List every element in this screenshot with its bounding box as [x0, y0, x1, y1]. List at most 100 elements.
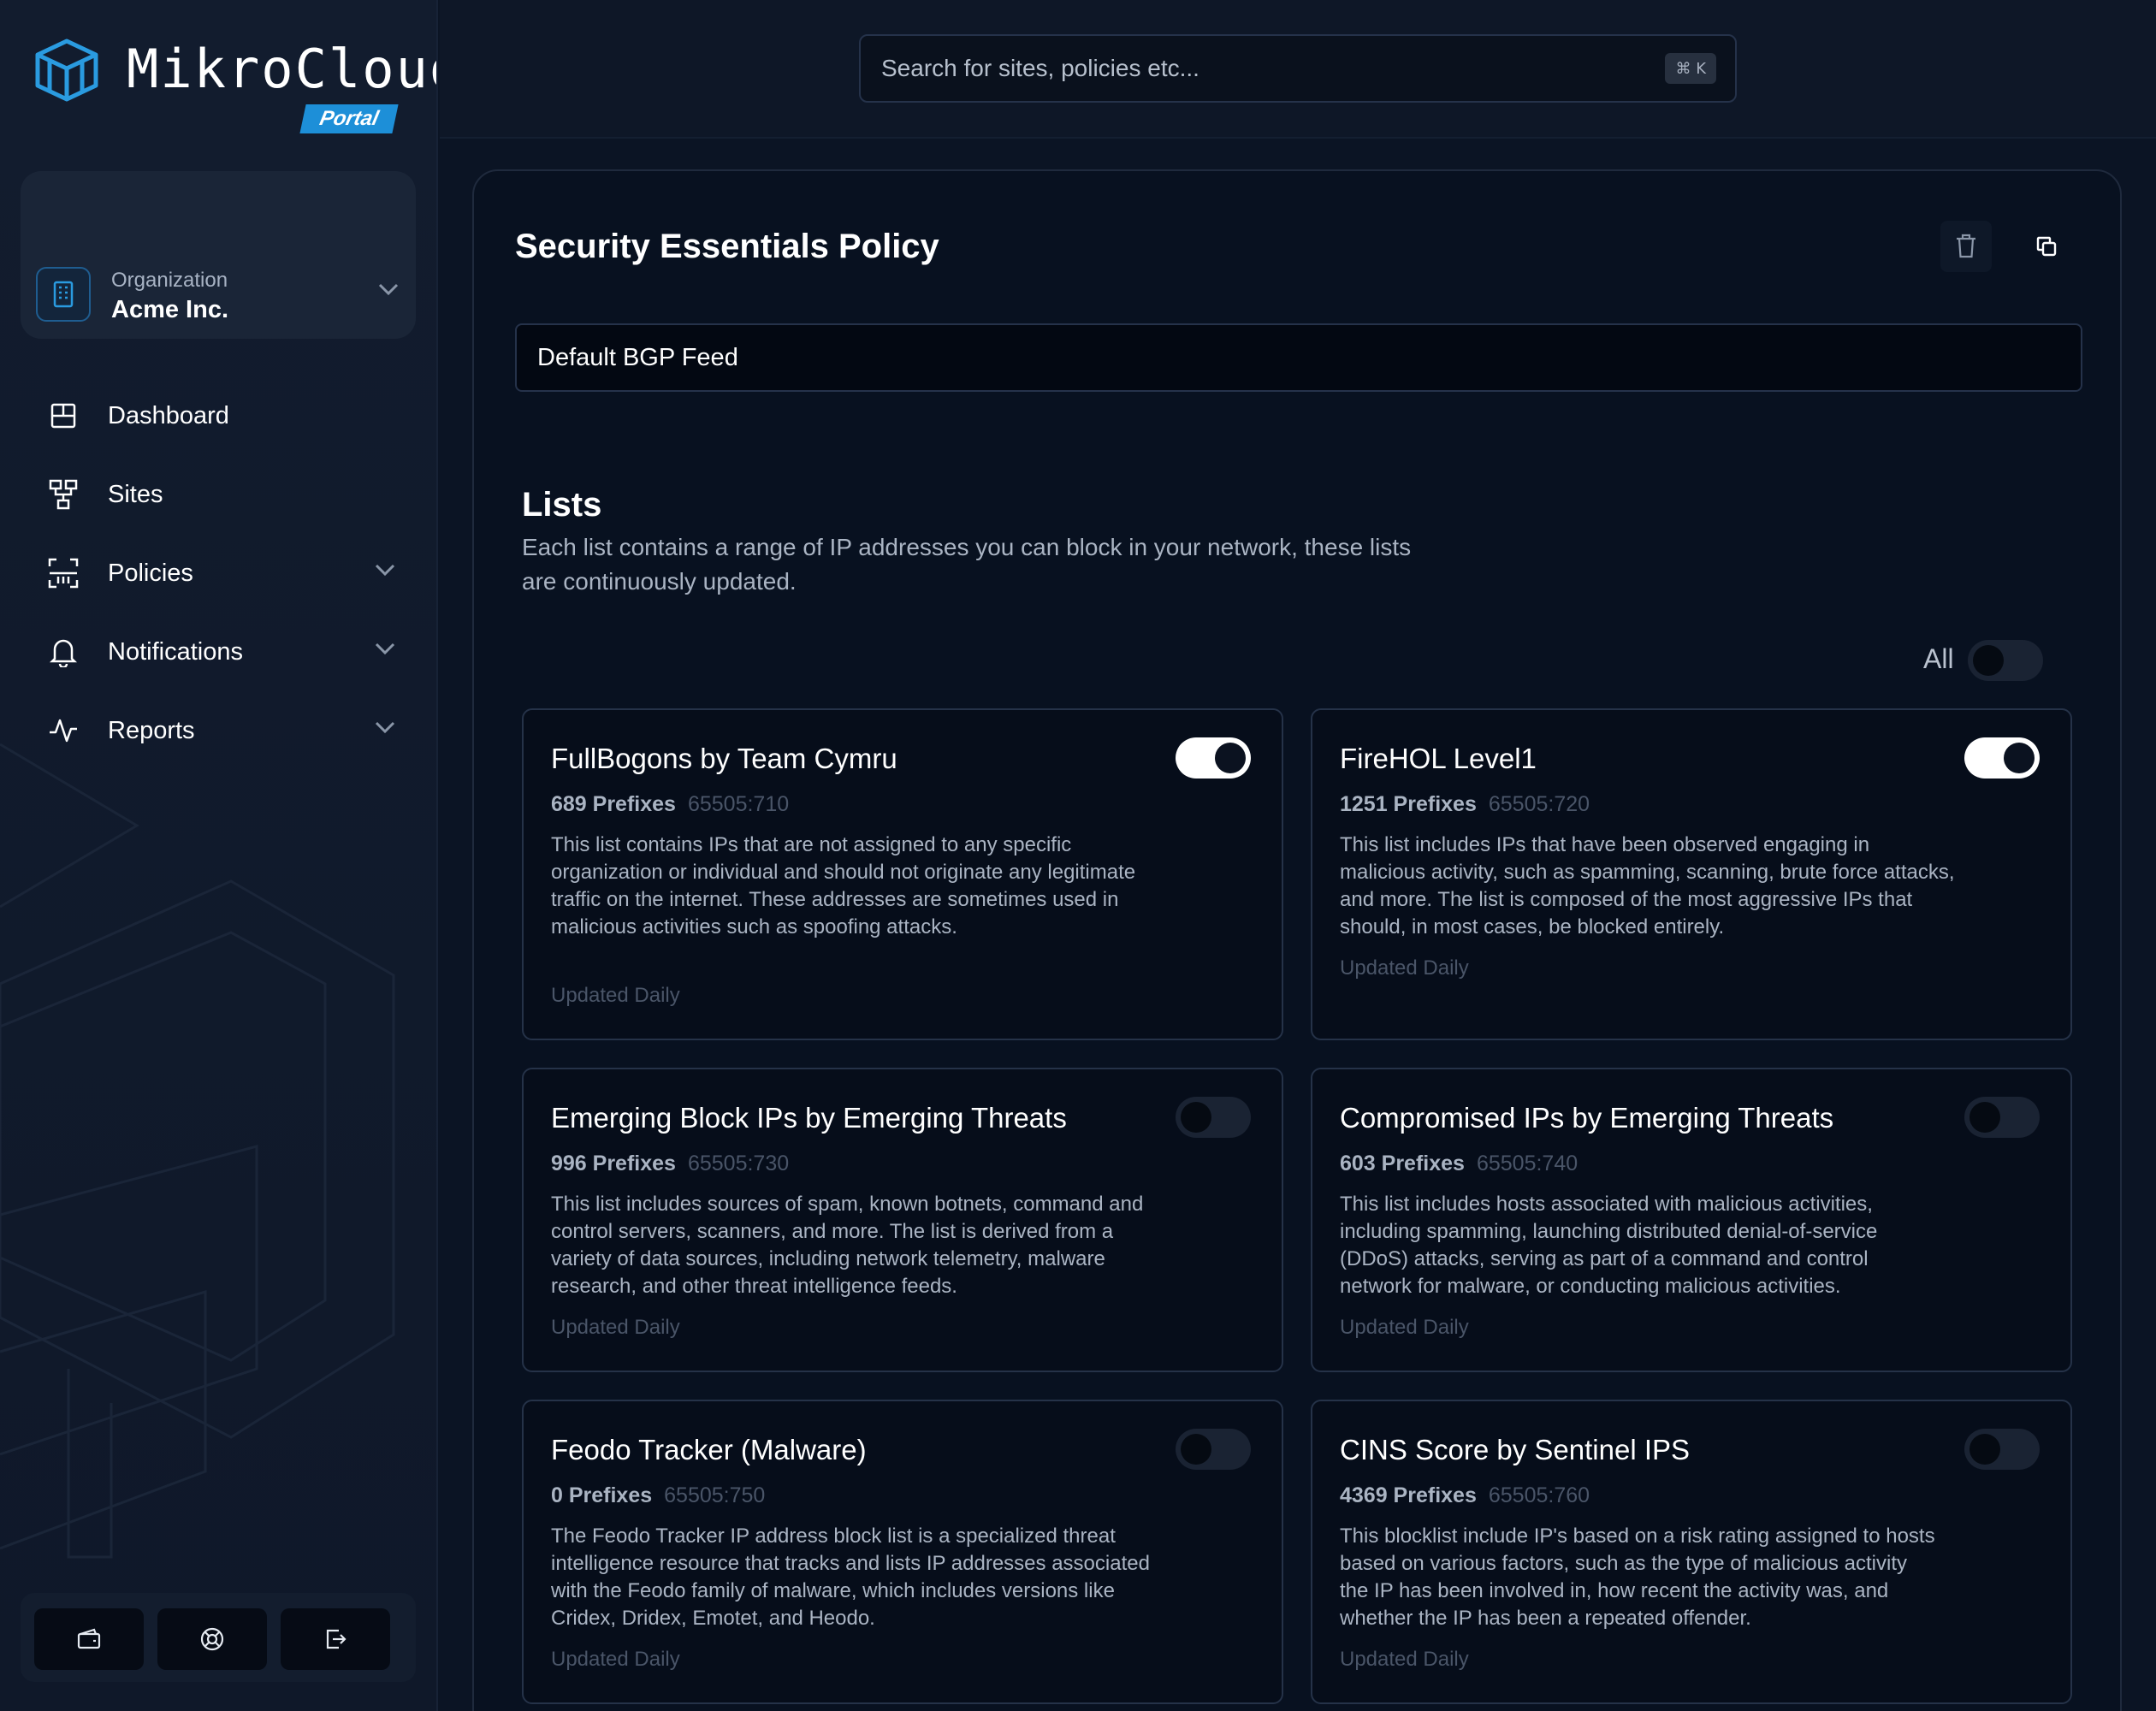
prefix-count: 689 Prefixes	[551, 792, 676, 816]
list-card-title: FullBogons by Team Cymru	[551, 743, 897, 774]
list-card-meta: 4369 Prefixes 65505:760	[1340, 1483, 1590, 1508]
app-name: MikroCloud	[127, 38, 438, 100]
list-card-meta: 0 Prefixes 65505:750	[551, 1483, 765, 1508]
list-card-title: Feodo Tracker (Malware)	[551, 1434, 867, 1465]
list-toggle[interactable]	[1176, 1097, 1251, 1138]
logout-icon	[326, 1629, 346, 1649]
list-card-meta: 996 Prefixes 65505:730	[551, 1152, 789, 1176]
toggle-knob	[1969, 1102, 2000, 1133]
main-nav: Dashboard Sites Policies Notifications R…	[0, 376, 436, 770]
list-card-meta: 603 Prefixes 65505:740	[1340, 1152, 1578, 1176]
nav-item-policies[interactable]: Policies	[0, 534, 436, 613]
chevron-down-icon	[375, 721, 395, 734]
list-card-title: Compromised IPs by Emerging Threats	[1340, 1102, 1834, 1134]
list-card-description: The Feodo Tracker IP address block list …	[551, 1525, 1150, 1630]
prefix-count: 996 Prefixes	[551, 1152, 676, 1175]
trash-icon	[1957, 234, 1975, 258]
topbar: ⌘ K	[440, 0, 2156, 139]
sidebar-footer	[21, 1593, 416, 1682]
background-decoration	[0, 743, 395, 1559]
nav-label: Sites	[108, 480, 163, 508]
organization-label: Organization	[111, 269, 228, 292]
organization-selector[interactable]: Organization Acme Inc.	[21, 171, 416, 339]
sidebar: MikroCloud Portal Organization Acme Inc.	[0, 0, 438, 1711]
community-tag: 65505:720	[1488, 792, 1590, 816]
nav-item-dashboard[interactable]: Dashboard	[0, 376, 436, 455]
prefix-count: 0 Prefixes	[551, 1483, 653, 1507]
community-tag: 65505:710	[687, 792, 790, 816]
lifebuoy-icon	[200, 1627, 224, 1651]
organization-name: Acme Inc.	[111, 296, 228, 323]
toggle-knob	[1181, 1102, 1211, 1133]
prefix-count: 1251 Prefixes	[1340, 792, 1477, 816]
list-card: FireHOL Level1 1251 Prefixes 65505:720 Th…	[1311, 708, 2072, 1040]
all-lists-toggle[interactable]	[1968, 640, 2043, 681]
toggle-knob	[1973, 645, 2004, 676]
prefix-count: 603 Prefixes	[1340, 1152, 1465, 1175]
list-card: Feodo Tracker (Malware) 0 Prefixes 65505:…	[522, 1400, 1283, 1704]
nav-item-sites[interactable]: Sites	[0, 455, 436, 534]
dashboard-icon	[48, 400, 79, 431]
nav-label: Dashboard	[108, 401, 229, 429]
list-card-description: This list includes IPs that have been ob…	[1340, 833, 1955, 938]
page-title: Security Essentials Policy	[515, 228, 939, 265]
toggle-knob	[2004, 743, 2035, 773]
list-card-description: This blocklist include IP's based on a r…	[1340, 1525, 1935, 1630]
list-card: Emerging Block IPs by Emerging Threats 9…	[522, 1068, 1283, 1372]
search-box[interactable]: ⌘ K	[859, 34, 1737, 103]
bgp-feed-field[interactable]: Default BGP Feed	[515, 323, 2082, 392]
list-card-title: CINS Score by Sentinel IPS	[1340, 1434, 1691, 1465]
list-toggle[interactable]	[1964, 737, 2040, 779]
building-icon	[36, 267, 91, 322]
nav-item-reports[interactable]: Reports	[0, 691, 436, 770]
list-card-title: FireHOL Level1	[1340, 743, 1537, 774]
policies-icon	[48, 558, 79, 589]
list-card-description: This list includes hosts associated with…	[1340, 1193, 1878, 1298]
nav-label: Notifications	[108, 637, 243, 666]
toggle-knob	[1181, 1434, 1211, 1465]
list-card: CINS Score by Sentinel IPS 4369 Prefixes…	[1311, 1400, 2072, 1704]
update-frequency: Updated Daily	[551, 1648, 680, 1671]
list-toggle[interactable]	[1176, 737, 1251, 779]
policy-panel: Security Essentials Policy Default BGP F…	[472, 169, 2122, 1711]
sites-icon	[48, 479, 79, 510]
community-tag: 65505:730	[687, 1152, 790, 1175]
list-card-meta: 1251 Prefixes 65505:720	[1340, 792, 1590, 817]
community-tag: 65505:740	[1476, 1152, 1578, 1175]
nav-item-notifications[interactable]: Notifications	[0, 613, 436, 691]
list-card-title: Emerging Block IPs by Emerging Threats	[551, 1102, 1067, 1134]
community-tag: 65505:750	[664, 1483, 766, 1507]
lists-heading: Lists	[522, 486, 602, 524]
chevron-down-icon	[375, 564, 395, 577]
logout-button[interactable]	[281, 1608, 390, 1670]
wallet-icon	[77, 1628, 101, 1649]
chevron-down-icon	[378, 283, 399, 296]
list-toggle[interactable]	[1176, 1429, 1251, 1470]
list-card-description: This list contains IPs that are not assi…	[551, 833, 1136, 938]
update-frequency: Updated Daily	[1340, 956, 1469, 980]
nav-label: Reports	[108, 716, 195, 744]
list-toggle[interactable]	[1964, 1097, 2040, 1138]
prefix-count: 4369 Prefixes	[1340, 1483, 1477, 1507]
duplicate-button[interactable]	[2021, 221, 2072, 272]
mikrocloud-logo-icon	[35, 38, 98, 102]
list-card-meta: 689 Prefixes 65505:710	[551, 792, 789, 817]
support-button[interactable]	[157, 1608, 267, 1670]
all-toggle-label: All	[1923, 643, 1954, 674]
search-input[interactable]	[881, 55, 1634, 82]
copy-icon	[2036, 236, 2057, 257]
delete-button[interactable]	[1940, 221, 1992, 272]
chevron-down-icon	[375, 642, 395, 655]
community-tag: 65505:760	[1488, 1483, 1590, 1507]
search-shortcut-badge: ⌘ K	[1665, 53, 1716, 84]
update-frequency: Updated Daily	[1340, 1316, 1469, 1339]
nav-label: Policies	[108, 559, 193, 587]
list-card: Compromised IPs by Emerging Threats 603 …	[1311, 1068, 2072, 1372]
toggle-knob	[1969, 1434, 2000, 1465]
update-frequency: Updated Daily	[1340, 1648, 1469, 1671]
logo[interactable]: MikroCloud	[34, 38, 438, 103]
billing-button[interactable]	[34, 1608, 144, 1670]
list-card-description: This list includes sources of spam, know…	[551, 1193, 1144, 1298]
list-toggle[interactable]	[1964, 1429, 2040, 1470]
lists-description: Each list contains a range of IP address…	[522, 534, 1412, 595]
